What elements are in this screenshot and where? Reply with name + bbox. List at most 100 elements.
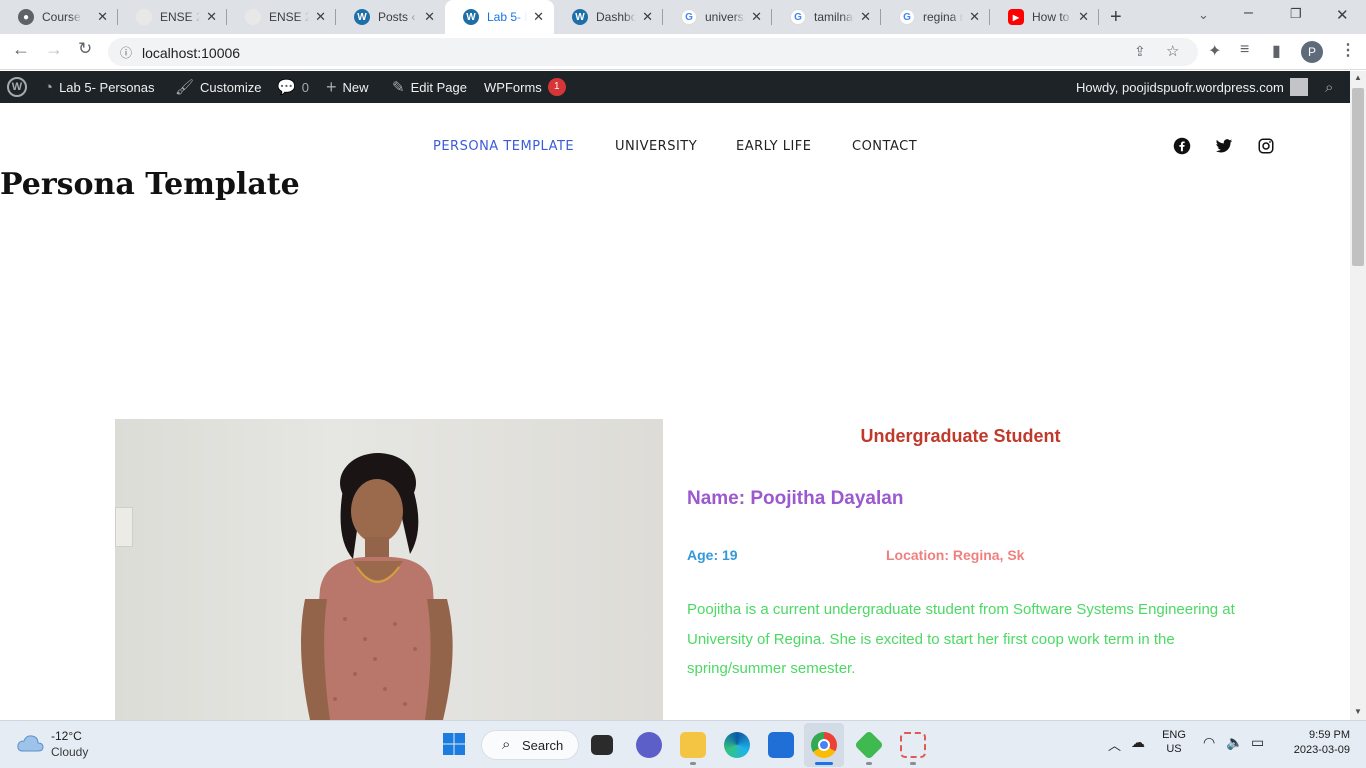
language-indicator[interactable]: ENG US xyxy=(1160,729,1188,755)
browser-tab[interactable]: W Dashboard ✕ xyxy=(554,0,663,34)
browser-tab[interactable]: G universit ✕ xyxy=(663,0,772,34)
snipping-tool-icon[interactable] xyxy=(900,732,926,758)
taskbar-search-box[interactable]: ⌕ Search xyxy=(481,730,579,760)
comments-link[interactable]: 💬 0 xyxy=(277,71,309,103)
bookmark-star-icon[interactable]: ☆ xyxy=(1166,42,1179,60)
restore-icon[interactable]: ❐ xyxy=(1290,6,1302,22)
clock[interactable]: 9:59 PM 2023-03-09 xyxy=(1280,729,1350,756)
new-tab-icon[interactable]: + xyxy=(1110,6,1122,29)
edit-page-link[interactable]: ✎ Edit Page xyxy=(392,71,467,103)
browser-tab[interactable]: ENSE 271 ✕ xyxy=(118,0,227,34)
close-window-icon[interactable]: ✕ xyxy=(1336,6,1349,24)
page-content: PERSONA TEMPLATE UNIVERSITY EARLY LIFE C… xyxy=(0,103,1350,720)
persona-name: Name: Poojitha Dayalan xyxy=(687,488,904,509)
nav-early-life[interactable]: EARLY LIFE xyxy=(736,139,812,154)
nav-contact[interactable]: CONTACT xyxy=(852,139,917,154)
browser-tab[interactable]: W Posts ‹ P ✕ xyxy=(336,0,445,34)
cloud-icon xyxy=(17,735,44,752)
instagram-icon[interactable] xyxy=(1257,137,1275,155)
dashboard-gauge-icon: ◔ xyxy=(44,78,54,96)
nav-persona-template[interactable]: PERSONA TEMPLATE xyxy=(433,139,574,154)
close-tab-icon[interactable]: ✕ xyxy=(315,9,326,25)
browser-tab[interactable]: ENSE 271 ✕ xyxy=(227,0,336,34)
volume-icon[interactable]: 🔈 xyxy=(1226,734,1243,751)
task-view-icon[interactable] xyxy=(591,735,613,755)
media-control-icon[interactable]: ≡ xyxy=(1240,41,1249,59)
browser-tab[interactable]: G tamilnad ✕ xyxy=(772,0,881,34)
person-figure xyxy=(301,453,453,720)
chrome-menu-icon[interactable]: ⋮ xyxy=(1340,40,1356,60)
facebook-icon[interactable] xyxy=(1173,137,1191,155)
persona-age: Age: 19 xyxy=(687,547,738,563)
nav-university[interactable]: UNIVERSITY xyxy=(615,139,697,154)
paintbrush-icon: 🖌 xyxy=(175,79,195,96)
reload-icon[interactable]: ↻ xyxy=(78,39,92,59)
close-tab-icon[interactable]: ✕ xyxy=(860,9,871,25)
persona-role: Undergraduate Student xyxy=(860,426,1061,446)
twitter-icon[interactable] xyxy=(1215,137,1233,155)
admin-search[interactable]: ⌕ xyxy=(1325,71,1333,103)
back-icon[interactable]: ← xyxy=(12,39,30,60)
google-icon: G xyxy=(790,9,806,25)
edge-browser-icon[interactable] xyxy=(724,732,750,758)
browser-toolbar: ← → ↻ ⓘ localhost:10006 ⇪ ☆ ✦ ≡ ▮ P ⋮ xyxy=(0,34,1366,70)
share-icon[interactable]: ⇪ xyxy=(1134,43,1146,60)
close-tab-icon[interactable]: ✕ xyxy=(206,9,217,25)
app-diamond-icon[interactable] xyxy=(854,730,884,760)
persona-photo xyxy=(115,419,663,720)
wall-outlet xyxy=(115,507,133,547)
minimize-icon[interactable]: – xyxy=(1244,4,1253,22)
wifi-icon[interactable]: ◠ xyxy=(1203,734,1215,751)
plus-icon: + xyxy=(326,76,337,97)
scroll-up-arrow-icon[interactable]: ▲ xyxy=(1354,73,1362,82)
side-panel-icon[interactable]: ▮ xyxy=(1272,41,1281,61)
close-tab-icon[interactable]: ✕ xyxy=(97,9,108,25)
weather-widget[interactable]: -12°C Cloudy xyxy=(16,729,88,759)
browser-tab[interactable]: G regina m ✕ xyxy=(881,0,990,34)
globe-icon: ● xyxy=(18,9,34,25)
google-icon: G xyxy=(899,9,915,25)
scrollbar-thumb[interactable] xyxy=(1352,88,1364,266)
pencil-icon: ✎ xyxy=(392,79,405,96)
windows-start-icon[interactable] xyxy=(442,732,468,758)
browser-tab[interactable]: ● Course: ENSE ✕ xyxy=(0,0,118,34)
close-tab-icon[interactable]: ✕ xyxy=(642,9,653,25)
wpforms-menu[interactable]: WPForms 1 xyxy=(484,71,566,103)
chrome-browser-icon[interactable] xyxy=(811,732,837,758)
wordpress-icon: W xyxy=(463,9,479,25)
tab-search-icon[interactable]: ⌄ xyxy=(1198,7,1209,23)
scroll-down-arrow-icon[interactable]: ▼ xyxy=(1354,707,1362,716)
close-tab-icon[interactable]: ✕ xyxy=(969,9,980,25)
wordpress-icon: W xyxy=(354,9,370,25)
file-explorer-icon[interactable] xyxy=(680,732,706,758)
site-name-menu[interactable]: ◔ Lab 5- Personas xyxy=(44,71,154,103)
windows-taskbar: -12°C Cloudy ⌕ Search ︿ ☁ ENG US ◠ 🔈 ▭ 9… xyxy=(0,720,1366,768)
my-account-menu[interactable]: Howdy, poojidspuofr.wordpress.com xyxy=(1076,71,1308,103)
close-tab-icon[interactable]: ✕ xyxy=(751,9,762,25)
forward-icon[interactable]: → xyxy=(45,39,63,60)
microsoft-store-icon[interactable] xyxy=(768,732,794,758)
address-bar[interactable]: ⓘ localhost:10006 ⇪ ☆ xyxy=(108,38,1198,66)
comment-bubble-icon: 💬 xyxy=(277,79,296,96)
loading-icon xyxy=(245,9,261,25)
close-tab-icon[interactable]: ✕ xyxy=(533,9,544,25)
notification-badge: 1 xyxy=(547,78,566,96)
onedrive-cloud-icon[interactable]: ☁ xyxy=(1131,734,1145,751)
wordpress-logo-icon: W xyxy=(7,77,27,97)
close-tab-icon[interactable]: ✕ xyxy=(1078,9,1089,25)
profile-avatar[interactable]: P xyxy=(1301,41,1323,63)
customize-link[interactable]: 🖌 Customize xyxy=(175,71,261,103)
extensions-icon[interactable]: ✦ xyxy=(1208,41,1221,61)
browser-tab[interactable]: ▶ How to ✕ xyxy=(990,0,1099,34)
chevron-up-icon[interactable]: ︿ xyxy=(1108,735,1121,754)
close-tab-icon[interactable]: ✕ xyxy=(424,9,435,25)
battery-icon[interactable]: ▭ xyxy=(1251,734,1264,751)
search-icon: ⌕ xyxy=(502,736,511,753)
info-icon[interactable]: ⓘ xyxy=(120,44,132,61)
user-avatar xyxy=(1289,78,1308,96)
wp-logo-menu[interactable]: W xyxy=(7,71,27,103)
browser-tab-active[interactable]: W Lab 5- P ✕ xyxy=(445,0,554,34)
teams-chat-icon[interactable] xyxy=(636,732,662,758)
new-content-menu[interactable]: + New xyxy=(326,71,369,103)
page-title: Persona Template xyxy=(0,167,300,202)
